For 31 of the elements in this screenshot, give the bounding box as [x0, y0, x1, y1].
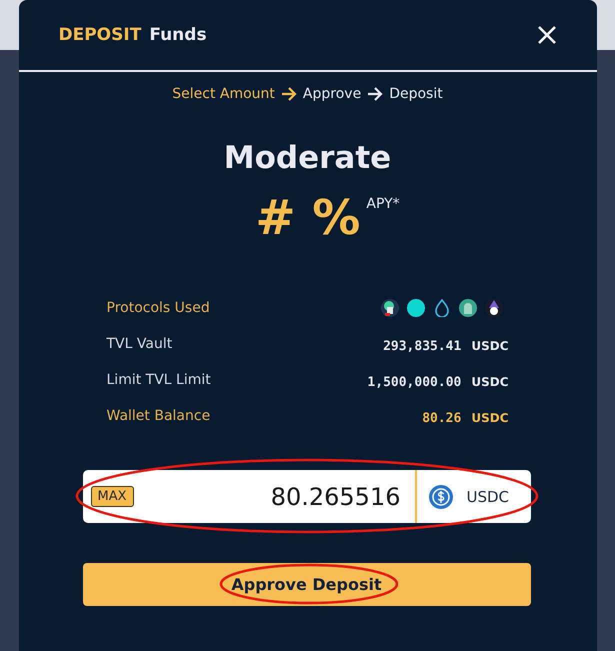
- circle-icon: [406, 299, 424, 317]
- apy-label: APY*: [366, 196, 400, 214]
- modal-title-accent: DEPOSIT: [58, 25, 142, 45]
- stat-unit: USDC: [471, 410, 508, 424]
- stat-value: 1,500,000.00: [367, 374, 462, 390]
- apy-value: # %: [255, 190, 360, 246]
- coin-icon: [428, 484, 452, 508]
- wizard-icon: [484, 299, 502, 317]
- step-label: Deposit: [389, 86, 443, 102]
- stat-value: 293,835.41: [383, 338, 462, 354]
- amount-field[interactable]: MAX 80.265516 USDC: [82, 470, 530, 523]
- skull-avatar-icon: [380, 299, 398, 317]
- stat-unit: USDC: [471, 338, 508, 352]
- drop-icon: [432, 299, 450, 317]
- stat-label: Limit TVL Limit: [106, 372, 211, 388]
- currency-label: USDC: [466, 488, 510, 506]
- step-label: Approve: [302, 86, 362, 102]
- approve-deposit-button[interactable]: Approve Deposit: [82, 563, 530, 606]
- ghost-icon: [458, 299, 476, 317]
- modal-title: Funds: [149, 25, 208, 45]
- stat-unit: USDC: [471, 374, 508, 388]
- max-button[interactable]: MAX: [90, 486, 134, 507]
- stat-label: TVL Vault: [106, 336, 172, 352]
- strategy-name: Moderate: [222, 140, 392, 176]
- arrow-icon: [280, 87, 297, 101]
- stat-label: Wallet Balance: [106, 408, 210, 424]
- stat-value: 80.26: [422, 410, 462, 426]
- close-icon[interactable]: [536, 25, 556, 45]
- arrow-icon: [367, 87, 384, 101]
- stat-label: Protocols Used: [106, 300, 210, 316]
- step-label: Select Amount: [172, 86, 275, 102]
